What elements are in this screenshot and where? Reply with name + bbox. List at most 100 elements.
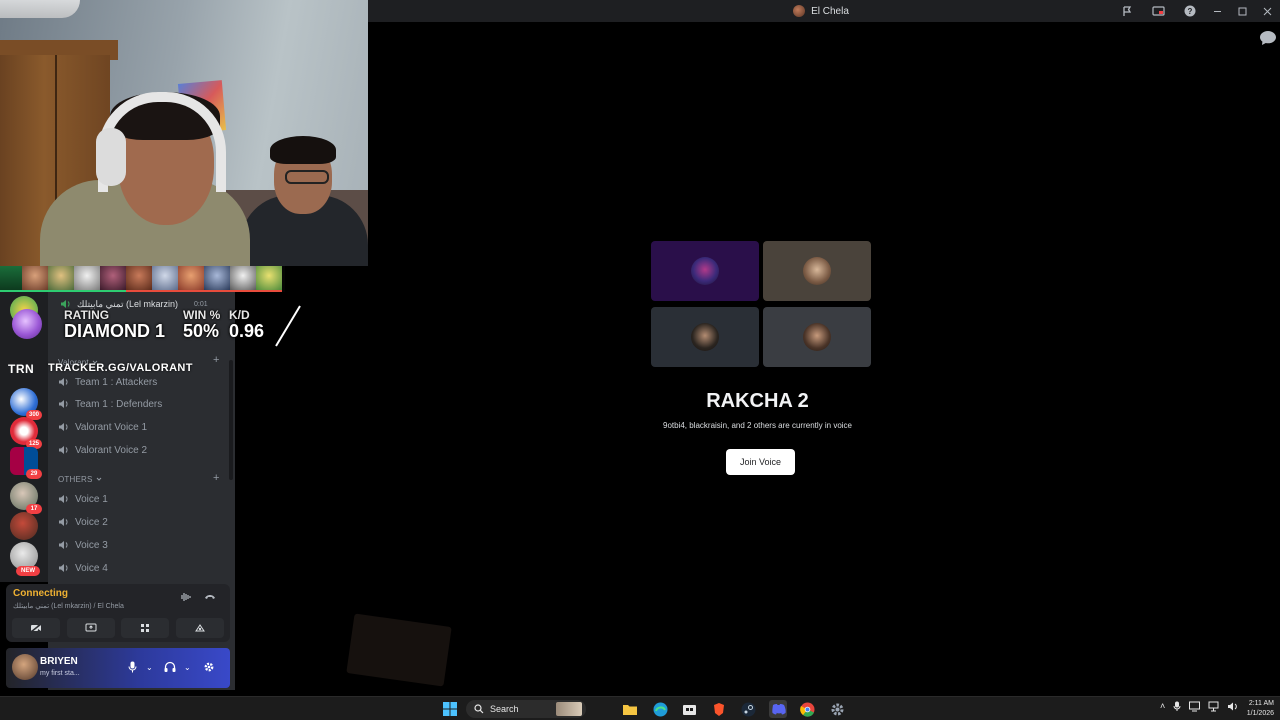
- voice-channel-voice-1[interactable]: Voice 1: [58, 489, 223, 509]
- participant-tile[interactable]: [763, 241, 871, 301]
- disconnect-icon[interactable]: [204, 592, 216, 605]
- voice-timer: 0:01: [194, 300, 208, 308]
- voice-channel-team1-attackers[interactable]: Team 1 : Attackers: [58, 372, 223, 392]
- participant-avatar: [691, 257, 719, 285]
- server-icon[interactable]: [10, 296, 38, 324]
- server-icon[interactable]: 300: [10, 388, 42, 420]
- voice-channel-valorant-1[interactable]: Valorant Voice 1: [58, 417, 223, 437]
- activities-button[interactable]: [121, 618, 170, 638]
- discord-icon[interactable]: [769, 700, 787, 718]
- flag-icon[interactable]: [1112, 0, 1143, 22]
- network-icon[interactable]: [1208, 701, 1219, 712]
- taskbar-clock[interactable]: 2:11 AM 1/1/2026: [1247, 699, 1274, 719]
- join-voice-button[interactable]: Join Voice: [726, 449, 795, 475]
- participant-tile[interactable]: [651, 241, 759, 301]
- agent-portrait: [100, 266, 126, 292]
- channel-list-scrollbar[interactable]: [229, 360, 233, 480]
- noise-suppression-icon[interactable]: [179, 592, 191, 605]
- server-list: 300 125 29 17 NEW: [0, 292, 48, 582]
- activities-icon: [141, 624, 150, 632]
- webcam-overlay: [0, 0, 368, 266]
- participant-tile[interactable]: [763, 307, 871, 367]
- webcam-fan: [0, 0, 80, 18]
- voice-channel-team1-defenders[interactable]: Team 1 : Defenders: [58, 394, 223, 414]
- speaker-icon: [59, 378, 68, 386]
- chat-bubble-icon[interactable]: [1259, 30, 1277, 46]
- chevron-down-icon[interactable]: ⌄: [184, 663, 191, 672]
- agent-portrait: [256, 266, 282, 292]
- gear-icon[interactable]: [203, 661, 215, 676]
- server-icon[interactable]: 29: [10, 447, 42, 479]
- edge-icon[interactable]: [651, 700, 669, 718]
- chevron-down-icon[interactable]: ⌄: [146, 663, 153, 672]
- server-icon: [793, 5, 806, 17]
- chevron-up-icon[interactable]: ˄: [1160, 701, 1165, 712]
- voice-channel-name: RAKCHA 2: [706, 390, 809, 412]
- help-icon[interactable]: ?: [1174, 0, 1205, 22]
- participant-avatar: [803, 323, 831, 351]
- agent-portrait: [0, 266, 22, 292]
- window-title: El Chela: [811, 5, 849, 17]
- mention-badge: 29: [26, 469, 42, 479]
- add-channel-icon[interactable]: +: [213, 472, 219, 484]
- server-icon[interactable]: [10, 512, 38, 540]
- user-panel: BRIYEN my first sta... ⌄ ⌄: [6, 648, 230, 688]
- search-highlight-image: [556, 702, 582, 716]
- agent-portrait: [204, 266, 230, 292]
- headphones-icon[interactable]: [164, 661, 176, 676]
- speaker-icon: [59, 541, 68, 549]
- category-valorant[interactable]: Valorant: [58, 355, 98, 369]
- voice-channel-voice-2[interactable]: Voice 2: [58, 512, 223, 532]
- category-label: OTHERS: [58, 474, 93, 484]
- speaker-icon: [59, 446, 68, 454]
- window-title-group: El Chela: [793, 5, 849, 17]
- username[interactable]: BRIYEN: [40, 656, 78, 667]
- channel-label: Team 1 : Attackers: [75, 376, 158, 388]
- brave-icon[interactable]: [710, 700, 728, 718]
- voice-channel-valorant-2[interactable]: Valorant Voice 2: [58, 440, 223, 460]
- minimize-icon[interactable]: [1205, 0, 1230, 22]
- voice-channel-voice-3[interactable]: Voice 3: [58, 535, 223, 555]
- server-icon[interactable]: 17: [10, 482, 42, 514]
- participant-tile[interactable]: [651, 307, 759, 367]
- steam-icon[interactable]: [739, 700, 757, 718]
- chrome-icon[interactable]: [798, 700, 816, 718]
- background-image: [346, 613, 452, 687]
- screen-share-icon[interactable]: [1143, 0, 1174, 22]
- agent-portrait: [230, 266, 256, 292]
- file-explorer-icon[interactable]: [621, 700, 639, 718]
- voice-channel-voice-4[interactable]: Voice 4: [58, 558, 223, 578]
- channel-label: Voice 4: [75, 562, 108, 574]
- taskbar-search[interactable]: Search: [466, 700, 586, 718]
- webcam-headset-ear: [96, 128, 126, 186]
- connection-detail[interactable]: تمني مابيتلك (Lel mkarzin) / El Chela: [13, 602, 124, 610]
- monitor-icon[interactable]: [1189, 701, 1201, 712]
- agent-portrait: [74, 266, 100, 292]
- agent-portrait: [126, 266, 152, 292]
- settings-gear-icon[interactable]: [828, 700, 846, 718]
- screen-share-icon: [85, 623, 97, 632]
- maximize-icon[interactable]: [1230, 0, 1255, 22]
- avatar[interactable]: [12, 654, 38, 680]
- screen-share-button[interactable]: [66, 618, 115, 638]
- store-icon[interactable]: [680, 700, 698, 718]
- category-others[interactable]: OTHERS: [58, 472, 102, 486]
- speaker-icon: [59, 564, 68, 572]
- speaker-icon: [59, 518, 68, 526]
- channel-label: Valorant Voice 1: [75, 421, 148, 433]
- camera-off-button[interactable]: [12, 618, 60, 638]
- microphone-icon[interactable]: [128, 661, 137, 676]
- server-icon[interactable]: NEW: [10, 542, 40, 576]
- close-icon[interactable]: [1255, 0, 1280, 22]
- voice-connected-user[interactable]: تمني مابيتلك (Lel mkarzin) 0:01: [60, 296, 208, 312]
- speaker-icon: [59, 400, 68, 408]
- volume-icon[interactable]: [1227, 701, 1238, 712]
- microphone-icon[interactable]: [1173, 701, 1181, 712]
- clock-date: 1/1/2026: [1246, 710, 1274, 717]
- soundboard-button[interactable]: [175, 618, 224, 638]
- add-channel-icon[interactable]: +: [213, 354, 219, 366]
- channel-label: Voice 3: [75, 539, 108, 551]
- server-icon[interactable]: 125: [10, 417, 42, 449]
- channel-label: Valorant Voice 2: [75, 444, 148, 456]
- windows-start-icon[interactable]: [441, 700, 459, 718]
